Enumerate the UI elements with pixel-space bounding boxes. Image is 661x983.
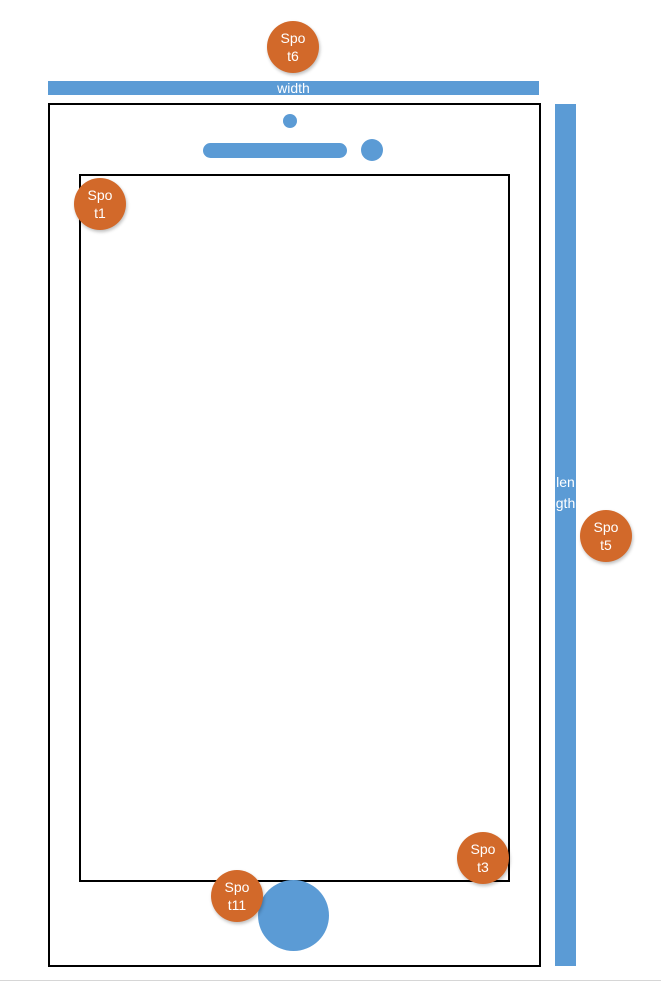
earpiece-speaker: [203, 143, 347, 158]
phone-screen-outline: [79, 174, 510, 882]
spot-label-line1: Spo: [280, 30, 306, 46]
width-label: width: [277, 80, 310, 96]
proximity-sensor-dot: [361, 139, 383, 161]
spot-marker-1: Spo t1: [74, 178, 126, 230]
spot-label-line2: t6: [287, 48, 299, 64]
bottom-divider: [0, 980, 661, 981]
spot-label-line1: Spo: [470, 841, 496, 857]
length-label: length: [555, 474, 576, 511]
length-dimension-bar: length: [555, 104, 576, 966]
spot-marker-5: Spo t5: [580, 510, 632, 562]
front-camera-dot: [283, 114, 297, 128]
spot-label-line1: Spo: [87, 187, 113, 203]
spot-label-line2: t1: [94, 205, 106, 221]
spot-marker-11: Spo t11: [211, 870, 263, 922]
spot-label-line2: t3: [477, 859, 489, 875]
width-dimension-bar: width: [48, 81, 539, 95]
spot-label-line2: t5: [600, 537, 612, 553]
spot-label-line2: t11: [227, 897, 247, 913]
home-button: [258, 880, 329, 951]
spot-label-line1: Spo: [224, 879, 250, 895]
spot-marker-3: Spo t3: [457, 832, 509, 884]
spot-label-line1: Spo: [593, 519, 619, 535]
spot-marker-6: Spo t6: [267, 21, 319, 73]
